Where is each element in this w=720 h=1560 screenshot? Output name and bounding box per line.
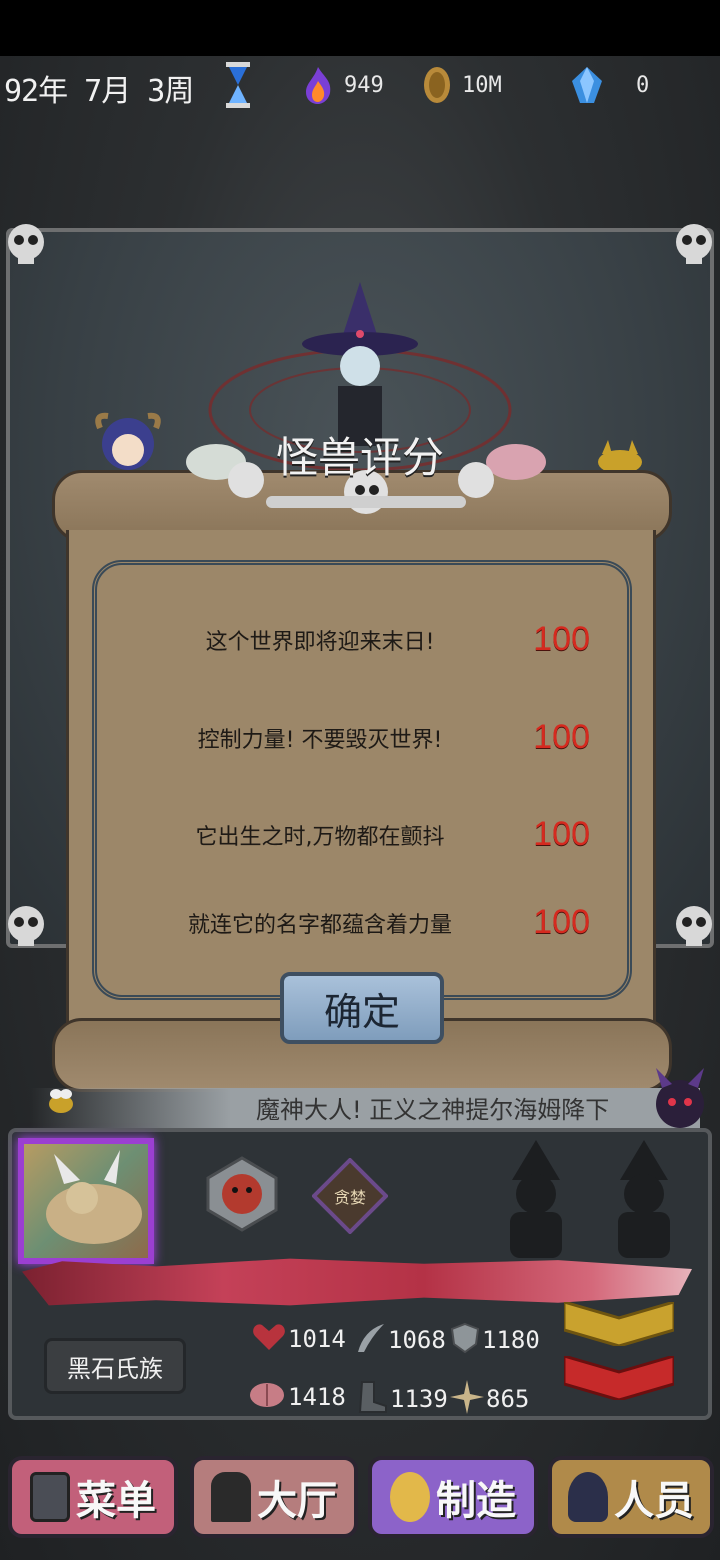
score-label: 这个世界即将迎来末日! [205,629,435,655]
blue-horned-girl-character [92,408,164,478]
stat-value: 1180 [482,1326,540,1354]
score-row: 它出生之时,万物都在颤抖 100 [140,815,591,854]
skull-icon [2,222,50,266]
flame-icon [302,65,334,105]
stat-value: 1068 [388,1326,446,1354]
stat-value: 1139 [390,1385,448,1413]
nav-label: 菜单 [76,1478,156,1524]
demon-lord-icon[interactable] [648,1068,712,1130]
score-value: 100 [533,620,590,658]
score-row: 控制力量! 不要毁灭世界! 100 [140,718,590,757]
yellow-slime-character [596,440,644,474]
skull-icon [670,222,718,266]
nav-staff-button[interactable]: 人员 [548,1456,714,1538]
nav-label: 人员 [614,1478,694,1524]
hourglass-icon [224,62,252,108]
skull-icon [2,904,50,948]
confirm-button[interactable]: 确定 [280,972,444,1044]
crystal-count: 0 [636,72,650,98]
nav-craft-button[interactable]: 制造 [368,1456,538,1538]
status-bar [0,0,720,56]
score-label: 控制力量! 不要毁灭世界! [197,727,443,753]
stat-speed: 1139 [356,1380,448,1418]
panel-title: 怪兽评分 [275,433,444,482]
score-value: 100 [533,718,590,756]
door-icon [211,1472,251,1522]
heart-icon [252,1322,286,1356]
coin-icon [422,65,452,105]
game-date: 92年 7月 3周 [4,74,194,109]
resource-flame: 949 [302,64,384,106]
paw-icon [390,1472,430,1522]
stat-intelligence: 1418 [248,1380,346,1414]
coin-count: 10M [462,72,502,98]
sparkle-icon [450,1380,484,1418]
nav-label: 制造 [436,1478,516,1524]
red-rank-chevron-icon [562,1354,676,1402]
ticker-text: 魔神大人! 正义之神提尔海姆降下 [256,1096,610,1124]
shield-icon [450,1322,480,1358]
clan-name: 黑石氏族 [44,1338,186,1394]
stat-magic: 865 [450,1380,529,1418]
score-row: 就连它的名字都蕴含着力量 100 [140,903,590,942]
score-label: 它出生之时,万物都在颤抖 [195,824,445,850]
person-icon [568,1472,608,1522]
locked-unit-silhouette[interactable] [596,1140,692,1258]
score-row: 这个世界即将迎来末日! 100 [140,620,590,659]
score-value: 100 [533,903,590,941]
flame-count: 949 [344,72,384,98]
stat-value: 1418 [288,1383,346,1411]
stat-value: 1014 [288,1325,346,1353]
stat-defense: 1180 [450,1322,540,1358]
resource-coin: 10M [422,64,502,106]
crystal-icon [570,65,604,105]
score-label: 就连它的名字都蕴含着力量 [187,912,452,938]
stat-value: 865 [486,1385,530,1413]
locked-unit-silhouette[interactable] [488,1140,584,1258]
nav-menu-button[interactable]: 菜单 [8,1456,178,1538]
stat-hp: 1014 [252,1322,346,1356]
bee-icon [44,1088,78,1116]
nav-label: 大厅 [257,1478,337,1524]
gold-rank-chevron-icon [562,1300,676,1348]
menu-book-icon [30,1472,70,1522]
brain-icon [248,1380,286,1414]
claw-icon [354,1322,386,1358]
stat-attack: 1068 [354,1322,446,1358]
demon-emblem-icon[interactable] [204,1156,280,1232]
score-value: 100 [533,815,590,853]
trait-label: 贪婪 [333,1188,366,1207]
boot-icon [356,1380,388,1418]
monster-portrait[interactable] [18,1138,154,1264]
resource-crystal: 0 [570,64,649,106]
skull-icon [670,904,718,948]
nav-hall-button[interactable]: 大厅 [190,1456,358,1538]
